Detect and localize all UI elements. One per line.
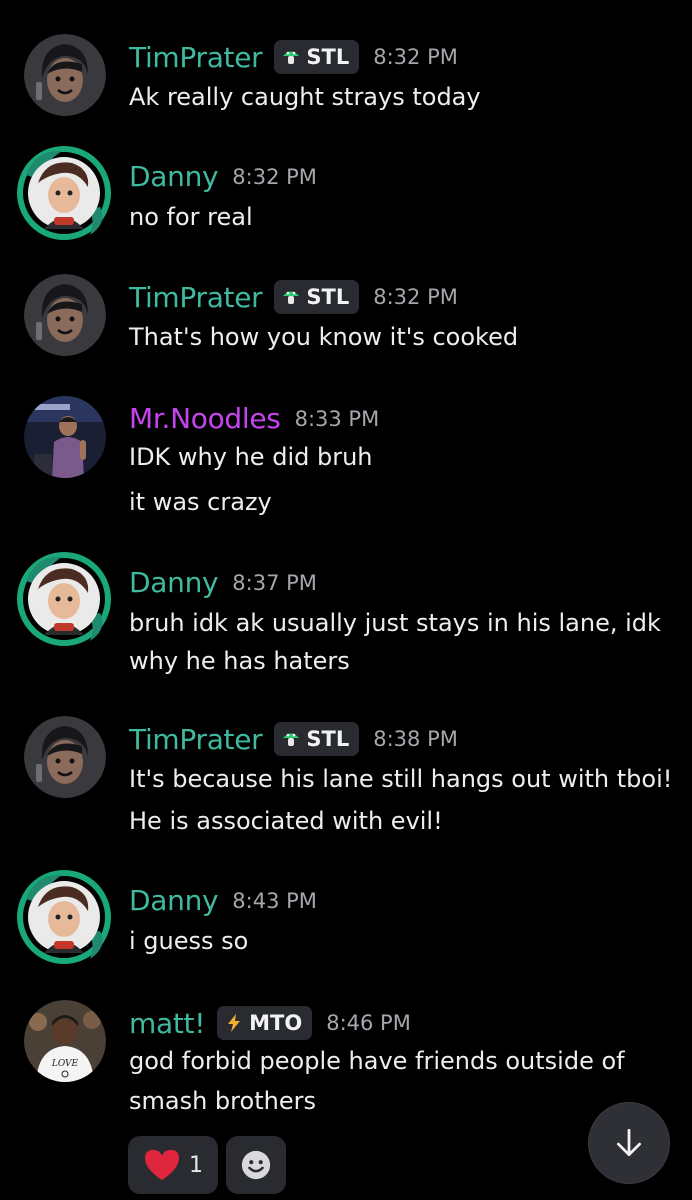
avatar[interactable] [24, 716, 106, 798]
add-reaction-icon [241, 1150, 271, 1180]
author-name[interactable]: Danny [129, 160, 219, 193]
message-text: IDK why he did bruh [129, 443, 373, 471]
heart-icon [145, 1149, 179, 1181]
timestamp: 8:32 PM [373, 45, 458, 69]
reaction-count: 1 [189, 1152, 203, 1178]
server-tag[interactable]: STL [274, 722, 360, 756]
message-text: smash brothers [129, 1087, 316, 1115]
server-tag[interactable]: MTO [217, 1006, 313, 1040]
avatar[interactable]: LOVE [24, 1000, 106, 1082]
author-name[interactable]: TimPrater [129, 281, 263, 314]
server-tag-label: MTO [249, 1011, 303, 1035]
avatar-image [24, 716, 106, 798]
timestamp: 8:37 PM [232, 570, 317, 595]
timestamp: 8:46 PM [326, 1011, 411, 1035]
avatar[interactable] [24, 396, 106, 478]
avatar[interactable] [16, 551, 112, 647]
message-text: no for real [129, 203, 253, 231]
avatar-image [17, 146, 111, 240]
message-text: why he has haters [129, 647, 350, 675]
mushroom-icon [283, 733, 300, 746]
avatar-image [24, 396, 106, 478]
avatar-image [17, 552, 111, 646]
author-name[interactable]: TimPrater [129, 723, 263, 756]
message-text: He is associated with evil! [129, 807, 443, 835]
timestamp: 8:32 PM [232, 164, 317, 189]
server-tag-label: STL [306, 45, 350, 69]
message-text: god forbid people have friends outside o… [129, 1047, 625, 1075]
server-tag[interactable]: STL [274, 280, 360, 314]
timestamp: 8:38 PM [373, 727, 458, 751]
server-tag-label: STL [306, 285, 350, 309]
author-name[interactable]: Mr.Noodles [129, 402, 281, 435]
timestamp: 8:43 PM [232, 888, 317, 913]
server-tag[interactable]: STL [274, 40, 360, 74]
author-name[interactable]: Danny [129, 566, 219, 599]
svg-text:LOVE: LOVE [51, 1059, 79, 1069]
message-text: That's how you know it's cooked [129, 323, 519, 351]
timestamp: 8:33 PM [294, 406, 380, 431]
author-name[interactable]: matt! [129, 1007, 205, 1040]
author-name[interactable]: Danny [129, 884, 219, 917]
message-text: It's because his lane still hangs out wi… [129, 765, 673, 793]
avatar[interactable] [16, 145, 112, 241]
avatar-image [17, 870, 111, 964]
scroll-to-bottom-button[interactable] [588, 1102, 670, 1184]
mushroom-icon [283, 291, 300, 304]
avatar-image [24, 34, 106, 116]
avatar[interactable] [16, 869, 112, 965]
arrow-down-icon [616, 1128, 642, 1157]
message-text: bruh idk ak usually just stays in his la… [129, 609, 661, 637]
timestamp: 8:32 PM [373, 285, 458, 309]
avatar-image: LOVE [24, 1000, 106, 1082]
avatar[interactable] [24, 274, 106, 356]
lightning-icon [228, 1014, 241, 1032]
server-tag-label: STL [306, 727, 350, 751]
message-text: it was crazy [129, 488, 272, 516]
add-reaction-button[interactable] [226, 1136, 286, 1194]
author-name[interactable]: TimPrater [129, 41, 263, 74]
message-text: Ak really caught strays today [129, 83, 481, 111]
avatar-image [24, 274, 106, 356]
reaction-heart[interactable]: 1 [128, 1136, 218, 1194]
message-text: i guess so [129, 927, 249, 955]
mushroom-icon [283, 51, 300, 64]
avatar[interactable] [24, 34, 106, 116]
